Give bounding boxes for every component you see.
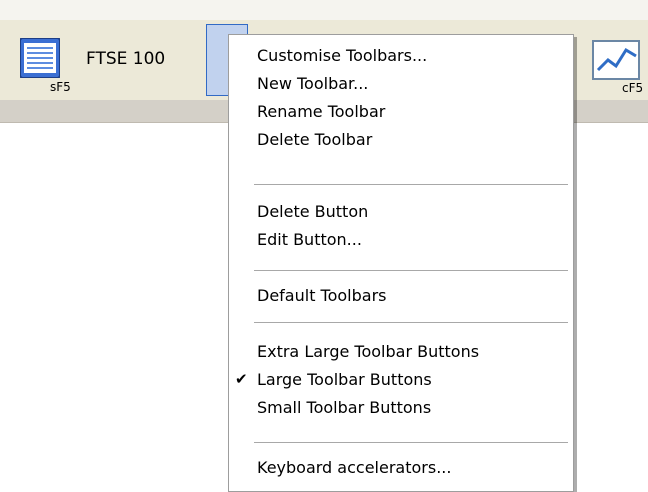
line-chart-icon [592,40,640,80]
menu-separator [254,442,568,444]
chart-toolbar-button[interactable]: cF5 [592,34,648,95]
menu-item-label: Large Toolbar Buttons [257,370,432,389]
menu-item-label: Rename Toolbar [257,102,386,121]
menu-separator [254,270,568,272]
menu-item-small-toolbar-buttons[interactable]: Small Toolbar Buttons [229,395,573,423]
title-strip [0,0,648,21]
menu-item-label: Delete Toolbar [257,130,373,149]
menu-item-label: Delete Button [257,202,369,221]
menu-item-label: Edit Button... [257,230,362,249]
menu-item-edit-button[interactable]: Edit Button... [229,227,573,255]
menu-item-label: Keyboard accelerators... [257,458,452,477]
menu-item-customise-toolbars[interactable]: Customise Toolbars... [229,43,573,71]
toolbar-context-menu: Customise Toolbars... New Toolbar... Ren… [228,34,574,492]
menu-item-label: Small Toolbar Buttons [257,398,432,417]
menu-item-label: Customise Toolbars... [257,46,428,65]
menu-separator [254,322,568,324]
menu-item-extra-large-toolbar-buttons[interactable]: Extra Large Toolbar Buttons [229,339,573,367]
shortcut-label: cF5 [622,81,644,95]
list-icon [20,38,60,78]
ftse-100-toolbar-button[interactable]: sF5 FTSE 100 [14,34,184,94]
menu-item-rename-toolbar[interactable]: Rename Toolbar [229,99,573,127]
checkmark-icon: ✔ [235,370,248,388]
toolbar-button-title: FTSE 100 [86,49,166,69]
menu-separator [254,184,568,186]
shortcut-label: sF5 [50,80,71,94]
menu-item-delete-toolbar[interactable]: Delete Toolbar [229,127,573,155]
menu-item-keyboard-accelerators[interactable]: Keyboard accelerators... [229,455,573,483]
menu-item-label: Extra Large Toolbar Buttons [257,342,480,361]
menu-item-large-toolbar-buttons[interactable]: ✔ Large Toolbar Buttons [229,367,573,395]
menu-item-delete-button[interactable]: Delete Button [229,199,573,227]
menu-item-label: New Toolbar... [257,74,369,93]
menu-item-label: Default Toolbars [257,286,387,305]
menu-item-default-toolbars[interactable]: Default Toolbars [229,283,573,311]
menu-item-new-toolbar[interactable]: New Toolbar... [229,71,573,99]
